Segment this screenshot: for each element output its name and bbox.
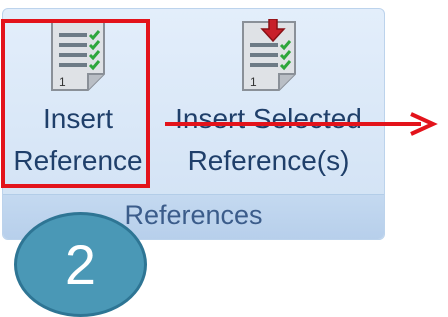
document-insert-arrow-icon: 1 bbox=[241, 19, 296, 91]
red-arrow-icon bbox=[165, 112, 438, 136]
insert-selected-label-line2: Reference(s) bbox=[187, 145, 350, 176]
insert-selected-references-button[interactable]: 1 Insert Selected Reference(s) bbox=[161, 19, 376, 182]
svg-text:1: 1 bbox=[250, 75, 257, 89]
highlight-box bbox=[1, 19, 150, 188]
step-badge: 2 bbox=[14, 212, 147, 317]
